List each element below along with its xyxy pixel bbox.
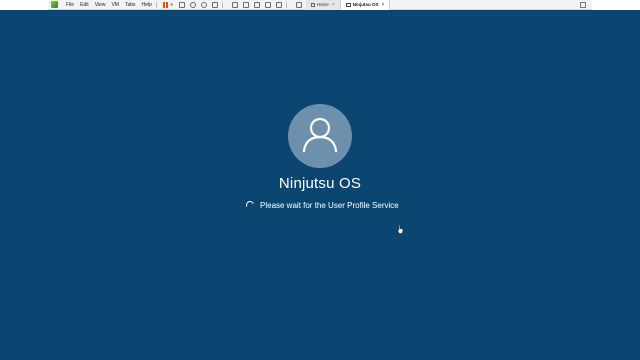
chevron-down-icon[interactable]: ▼	[170, 2, 174, 7]
menu-edit[interactable]: Edit	[80, 0, 89, 10]
status-message: Please wait for the User Profile Service	[260, 200, 399, 210]
fullscreen-icon[interactable]	[242, 1, 249, 8]
view-console-icon[interactable]	[231, 1, 238, 8]
pause-icon[interactable]	[162, 1, 168, 8]
vm-toolbar: File Edit View VM Tabs Help ▼ Home × Nin…	[48, 0, 592, 10]
home-icon	[310, 2, 315, 7]
tab-ninjutsu-os[interactable]: Ninjutsu OS ×	[340, 0, 391, 10]
mouse-cursor-icon	[397, 225, 404, 234]
tab-list-icon[interactable]	[580, 1, 586, 8]
tab-strip: Home × Ninjutsu OS ×	[305, 0, 391, 10]
send-keys-icon[interactable]	[178, 1, 185, 8]
display-settings-icon[interactable]	[264, 1, 271, 8]
loading-status: Please wait for the User Profile Service	[244, 198, 399, 212]
menu-tabs[interactable]: Tabs	[125, 0, 136, 10]
menu-file[interactable]: File	[66, 0, 74, 10]
vm-icon	[345, 2, 351, 7]
menu-view[interactable]: View	[95, 0, 106, 10]
menu-vm[interactable]: VM	[111, 0, 119, 10]
revert-snapshot-icon[interactable]	[200, 1, 207, 8]
tab-home-label: Home	[316, 2, 329, 7]
snapshot-manager-icon[interactable]	[211, 1, 218, 8]
close-icon[interactable]: ×	[381, 2, 384, 8]
guest-login-screen[interactable]: Ninjutsu OS Please wait for the User Pro…	[0, 10, 640, 360]
toolbar-divider	[221, 1, 223, 8]
menu-bar: File Edit View VM Tabs Help	[66, 0, 152, 10]
toolbar-divider	[285, 1, 287, 8]
menu-help[interactable]: Help	[142, 0, 152, 10]
snapshot-icon[interactable]	[189, 1, 196, 8]
loading-spinner-icon	[244, 199, 256, 211]
toolbar-divider	[155, 1, 157, 8]
tab-ninjutsu-os-label: Ninjutsu OS	[352, 2, 379, 7]
user-silhouette-icon	[302, 117, 338, 153]
avatar	[288, 104, 352, 168]
tab-home[interactable]: Home ×	[305, 0, 341, 10]
close-icon[interactable]: ×	[332, 2, 335, 8]
user-name: Ninjutsu OS	[278, 175, 362, 192]
app-logo-icon	[51, 1, 58, 8]
stretch-guest-icon[interactable]	[275, 1, 282, 8]
library-icon[interactable]	[295, 1, 302, 8]
unity-icon[interactable]	[253, 1, 260, 8]
